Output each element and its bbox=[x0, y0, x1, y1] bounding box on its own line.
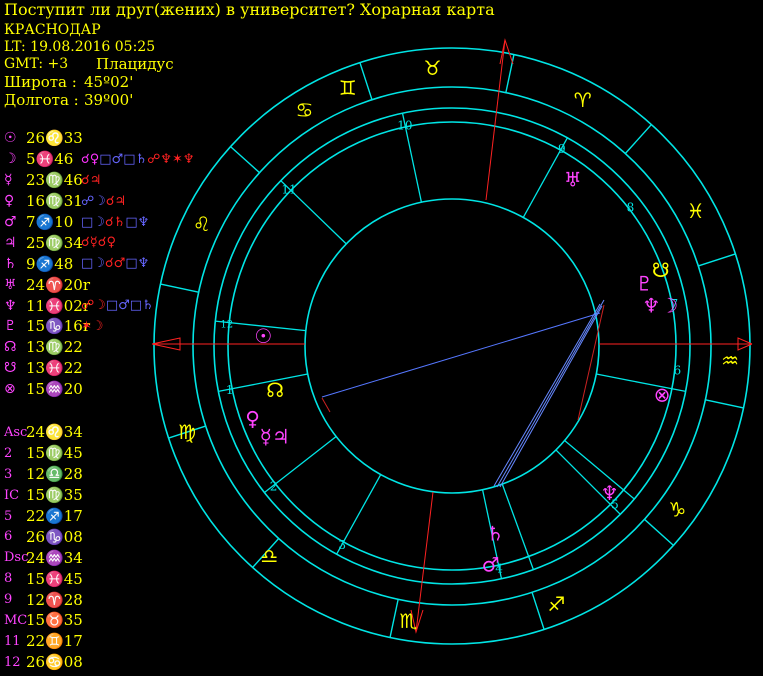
sign-divider bbox=[389, 599, 399, 638]
sign-divider bbox=[359, 62, 373, 100]
planet-glyph: ♆☽ bbox=[642, 294, 678, 318]
house-number: 9 bbox=[558, 142, 566, 156]
planet-glyph: ♅ bbox=[564, 168, 582, 192]
zodiac-sign-glyph: ♐ bbox=[547, 592, 565, 616]
zodiac-sign-glyph: ♒ bbox=[721, 349, 739, 373]
house-number: 8 bbox=[627, 201, 635, 215]
house-number: 11 bbox=[281, 183, 296, 197]
zodiac-sign-glyph: ♎ bbox=[260, 544, 278, 568]
planet-glyph: ☉ bbox=[254, 324, 272, 348]
zodiac-sign-glyph: ♉ bbox=[424, 56, 442, 80]
house-number: 6 bbox=[673, 364, 681, 378]
planet-glyph: ♆ bbox=[601, 481, 619, 505]
sign-divider bbox=[644, 518, 674, 546]
sign-divider bbox=[624, 124, 652, 154]
house-number: 12 bbox=[220, 319, 233, 330]
zodiac-sign-glyph: ♓ bbox=[687, 199, 705, 223]
planet-glyph: ♇ bbox=[635, 272, 653, 296]
horary-chart-wheel: ♉♈♓♒♑♐♏♎♍♌♋♊123456789101112 ☉☊♀☿♃♅♇☋♆☽⊗♆♄… bbox=[151, 38, 753, 645]
house-number: 2 bbox=[270, 479, 278, 493]
sign-divider bbox=[698, 253, 736, 267]
planet-glyph: ☋ bbox=[652, 258, 670, 282]
sign-divider bbox=[705, 399, 744, 409]
zodiac-sign-glyph: ♋ bbox=[295, 98, 313, 122]
sign-divider bbox=[160, 283, 199, 293]
planet-glyph: ☊ bbox=[266, 378, 284, 402]
sign-divider bbox=[531, 592, 545, 630]
planet-glyph: ☿♃ bbox=[260, 424, 290, 448]
house-number: 10 bbox=[397, 118, 412, 132]
zodiac-sign-glyph: ♊ bbox=[339, 76, 357, 100]
house-number: 1 bbox=[226, 383, 234, 397]
aspect-line bbox=[321, 397, 331, 413]
zodiac-sign-glyph: ♏ bbox=[399, 609, 417, 633]
zodiac-sign-glyph: ♌ bbox=[193, 212, 211, 236]
planet-glyph: ♀ bbox=[245, 407, 260, 431]
planet-glyph: ⊗ bbox=[654, 382, 671, 406]
zodiac-sign-glyph: ♍ bbox=[178, 420, 196, 444]
planet-glyph: ♂ bbox=[482, 553, 500, 577]
wheel-ring bbox=[304, 198, 600, 494]
mc-axis bbox=[485, 39, 506, 201]
zodiac-sign-glyph: ♑ bbox=[668, 498, 686, 522]
sign-divider bbox=[230, 146, 260, 174]
house-cusp bbox=[501, 483, 535, 570]
wheel-ring bbox=[153, 47, 751, 645]
planet-glyph: ♄ bbox=[486, 521, 504, 545]
zodiac-sign-glyph: ♈ bbox=[574, 88, 592, 112]
sign-divider bbox=[505, 54, 515, 93]
ic-axis bbox=[415, 491, 434, 633]
house-number: 3 bbox=[338, 538, 346, 552]
